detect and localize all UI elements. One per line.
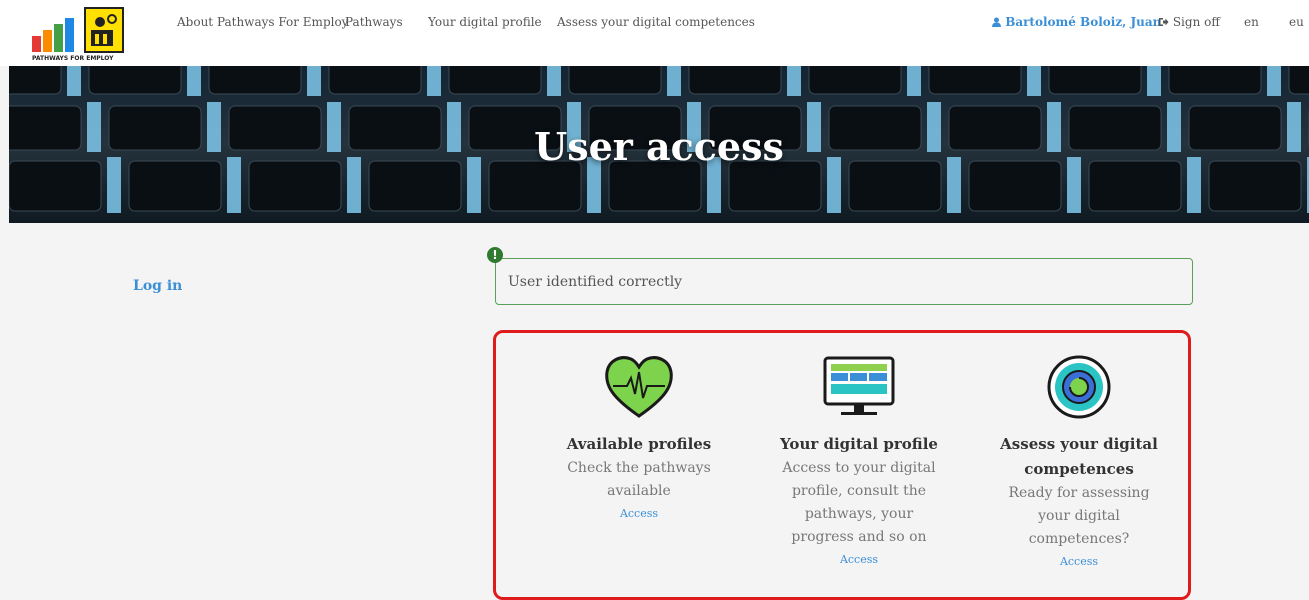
nav-digital-profile[interactable]: Your digital profile xyxy=(428,15,542,29)
target-icon xyxy=(1047,355,1111,419)
access-link-assess-competences[interactable]: Access xyxy=(994,555,1164,568)
login-link[interactable]: Log in xyxy=(133,278,182,294)
language-en[interactable]: en xyxy=(1244,15,1259,29)
card-available-profiles: Available profiles Check the pathways av… xyxy=(554,354,724,520)
logo-text: PATHWAYS FOR EMPLOY xyxy=(32,55,114,62)
sign-off-link[interactable]: Sign off xyxy=(1158,15,1220,29)
heart-pulse-icon xyxy=(605,356,673,418)
hero-banner: User access xyxy=(9,66,1309,223)
user-icon xyxy=(992,17,1001,27)
card-title: Available profiles xyxy=(566,435,712,453)
sign-out-icon xyxy=(1159,18,1169,26)
card-title: Your digital profile xyxy=(780,435,938,453)
card-description: Access to your digital profile, consult … xyxy=(782,460,936,545)
pathways-logo[interactable]: PATHWAYS FOR EMPLOY xyxy=(30,6,126,62)
page-title: User access xyxy=(534,124,784,169)
card-description: Check the pathways available xyxy=(567,460,711,499)
user-name: Bartolomé Boloiz, Juan xyxy=(1005,15,1162,29)
card-description: Ready for assessing your digital compete… xyxy=(1008,485,1150,547)
card-assess-competences: Assess your digital competences Ready fo… xyxy=(994,354,1164,568)
top-navigation-bar: PATHWAYS FOR EMPLOY About Pathways For E… xyxy=(0,0,1309,66)
sign-off-label: Sign off xyxy=(1172,15,1220,29)
nav-about[interactable]: About Pathways For Employ xyxy=(177,15,348,29)
alert-message: User identified correctly xyxy=(508,274,683,290)
nav-assess-competences[interactable]: Assess your digital competences xyxy=(557,15,755,29)
success-alert: User identified correctly xyxy=(495,258,1193,305)
user-menu[interactable]: Bartolomé Boloiz, Juan xyxy=(992,15,1161,29)
language-eu[interactable]: eu xyxy=(1289,15,1304,29)
card-title: Assess your digital competences xyxy=(1000,435,1158,478)
nav-pathways[interactable]: Pathways xyxy=(345,15,403,29)
card-digital-profile: Your digital profile Access to your digi… xyxy=(774,354,944,566)
access-link-digital-profile[interactable]: Access xyxy=(774,553,944,566)
access-link-available-profiles[interactable]: Access xyxy=(554,507,724,520)
exclamation-icon: ! xyxy=(487,247,503,263)
monitor-icon xyxy=(823,356,895,415)
